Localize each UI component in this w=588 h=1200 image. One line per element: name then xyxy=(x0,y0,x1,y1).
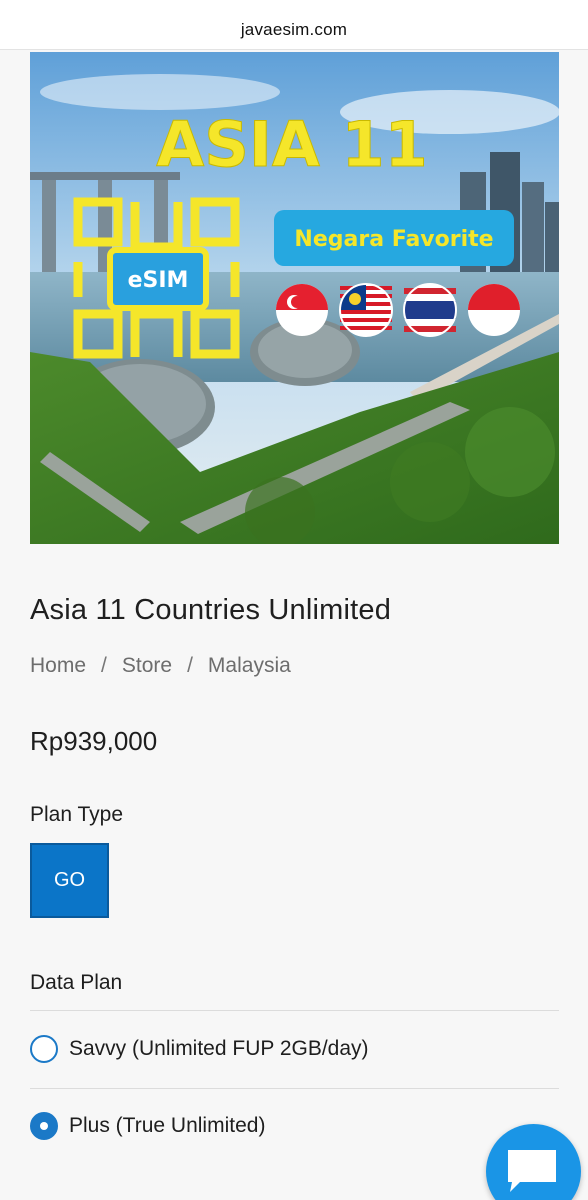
data-plan-option-label: Plus (True Unlimited) xyxy=(69,1114,266,1137)
plan-type-go-button[interactable]: GO xyxy=(30,843,109,918)
divider xyxy=(30,1010,559,1011)
singapore-flag xyxy=(276,284,328,336)
data-plan-option-plus[interactable]: Plus (True Unlimited) xyxy=(30,1112,265,1140)
esim-label: eSIM xyxy=(128,268,189,293)
browser-address-bar[interactable]: javaesim.com xyxy=(0,0,588,50)
thailand-flag xyxy=(403,283,457,337)
breadcrumb-home[interactable]: Home xyxy=(30,654,86,678)
radio-unchecked[interactable] xyxy=(30,1035,58,1063)
indonesia-flag xyxy=(468,284,520,336)
plan-type-label: Plan Type xyxy=(30,803,124,826)
data-plan-label: Data Plan xyxy=(30,971,123,994)
malaysia-flag xyxy=(339,283,393,337)
data-plan-option-savvy[interactable]: Savvy (Unlimited FUP 2GB/day) xyxy=(30,1035,369,1063)
chat-button[interactable] xyxy=(486,1124,581,1200)
breadcrumb-store[interactable]: Store xyxy=(122,654,172,678)
product-price: Rp939,000 xyxy=(30,726,158,756)
radio-checked[interactable] xyxy=(30,1112,58,1140)
breadcrumb-malaysia[interactable]: Malaysia xyxy=(208,654,291,678)
chat-bubble-icon xyxy=(508,1150,556,1192)
divider xyxy=(30,1088,559,1089)
data-plan-option-label: Savvy (Unlimited FUP 2GB/day) xyxy=(69,1037,369,1060)
breadcrumb-separator: / xyxy=(187,654,193,677)
breadcrumb: Home / Store / Malaysia xyxy=(30,654,291,678)
hero-headline: ASIA 11 xyxy=(156,108,428,181)
breadcrumb-separator: / xyxy=(101,654,107,677)
url-text[interactable]: javaesim.com xyxy=(0,20,588,40)
product-hero-image: ASIA 11 eSIM Negara Favorite xyxy=(30,52,559,544)
hero-badge-text: Negara Favorite xyxy=(294,227,493,252)
product-title: Asia 11 Countries Unlimited xyxy=(30,594,392,626)
